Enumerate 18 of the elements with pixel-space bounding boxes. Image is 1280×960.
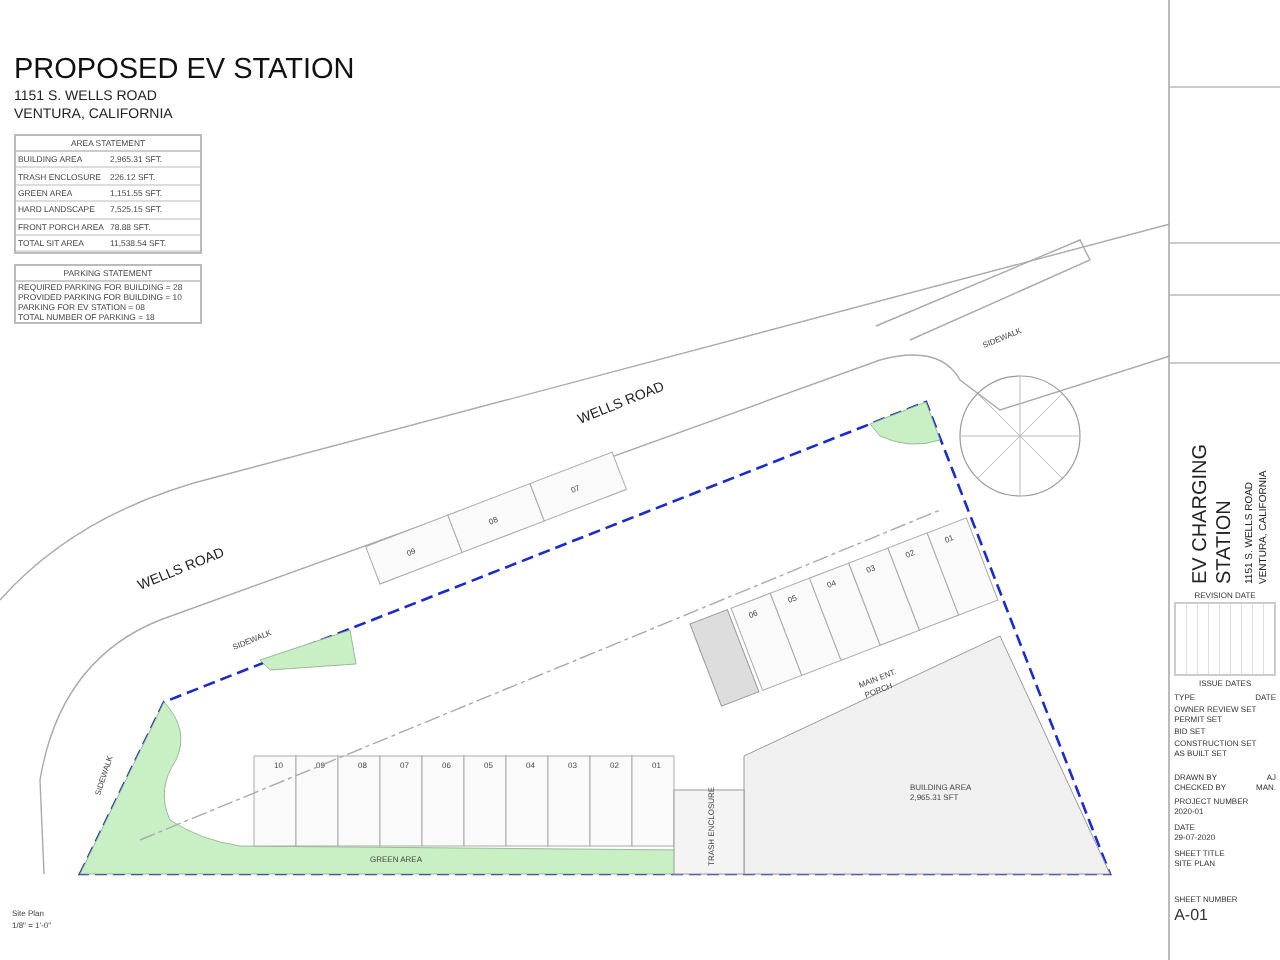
landscape-area [869,401,941,445]
parking-stall [463,755,507,847]
project-title: STATION [1214,500,1237,584]
parking-stall [589,755,633,847]
project-title: EV CHARGING [1190,443,1213,584]
roundabout-drawing [959,375,1081,497]
revision-grid [1174,602,1276,676]
parking-stall [295,755,339,847]
parking-stall [631,755,675,847]
parking-stall [547,755,591,847]
parking-stall [337,755,381,847]
trash-enclosure [673,789,745,875]
parking-stall [379,755,423,847]
parking-stall [421,755,465,847]
sheet-title: PROPOSED EV STATION [14,52,357,88]
sheet-number: A-01 [1172,904,1210,927]
parking-stall [253,755,297,847]
parking-stall [505,755,549,847]
